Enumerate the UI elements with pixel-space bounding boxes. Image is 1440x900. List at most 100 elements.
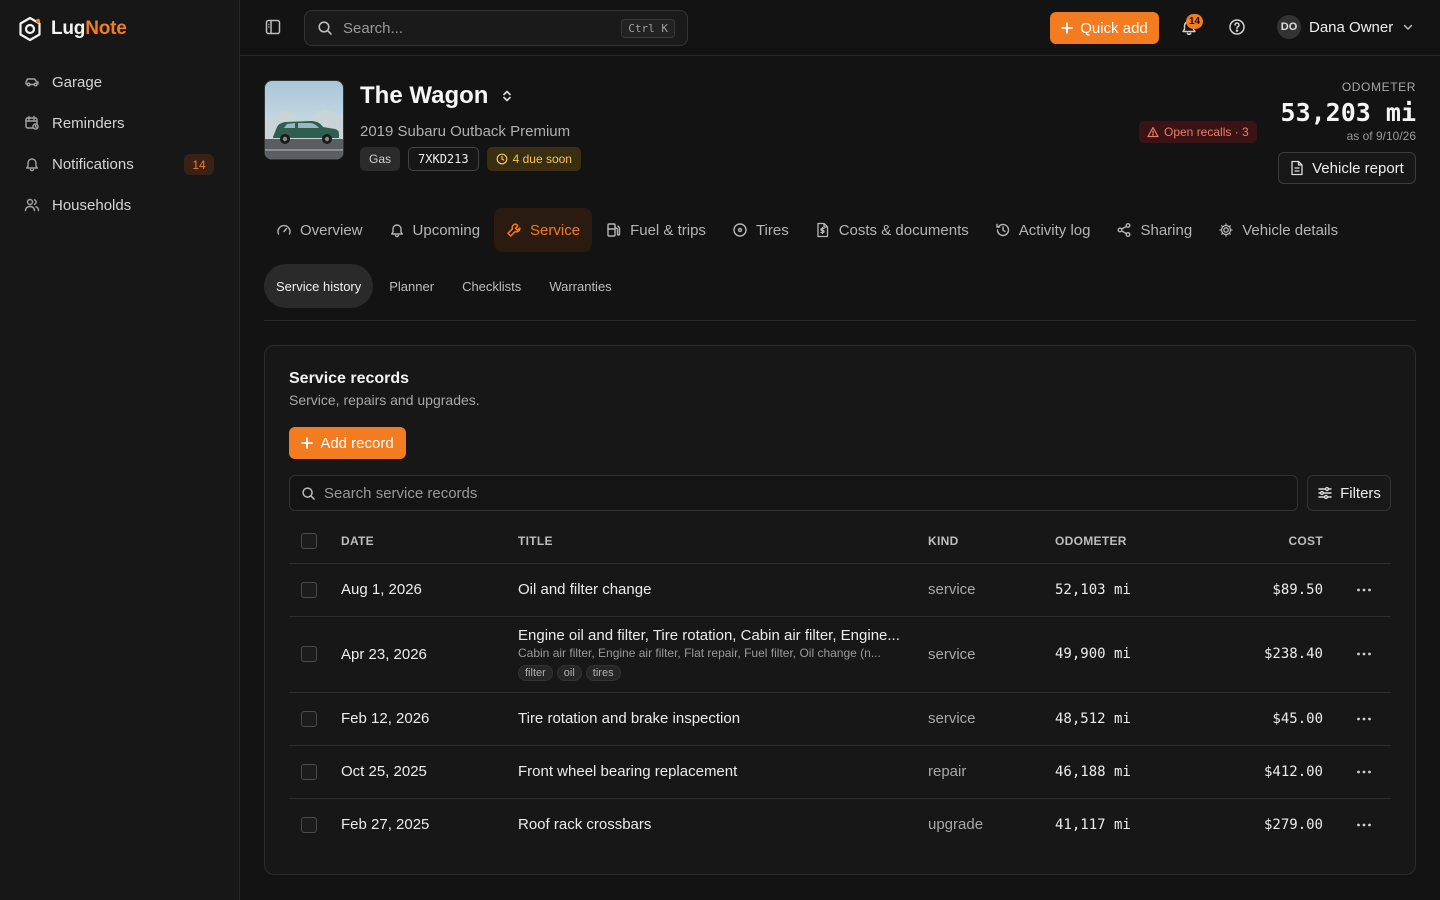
subtab-checklists[interactable]: Checklists [450,264,533,308]
select-all-checkbox[interactable] [301,532,317,549]
help-icon[interactable] [1228,18,1246,36]
record-cost: $238.40 [1195,616,1323,693]
tab-vehicle-details[interactable]: Vehicle details [1206,208,1350,252]
table-row[interactable]: Oct 25, 2025 Front wheel bearing replace… [289,745,1391,799]
vehicle-name: The Wagon [360,82,489,109]
column-header-date[interactable]: DATE [341,519,518,564]
subtab-service-history[interactable]: Service history [264,264,374,308]
sidebar-item-garage[interactable]: Garage [12,62,228,102]
row-actions-icon[interactable] [1323,563,1391,617]
search-icon [317,20,333,36]
sidebar-item-reminders[interactable]: Reminders [12,103,228,143]
table-header-row: DATE TITLE KIND ODOMETER COST [289,519,1391,564]
record-date: Feb 27, 2025 [341,816,430,834]
row-actions-icon[interactable] [1323,692,1391,746]
table-row[interactable]: Feb 27, 2025 Roof rack crossbars upgrade… [289,798,1391,851]
search-placeholder: Search... [343,19,404,37]
brand-logo[interactable]: LugNote [17,16,127,42]
odometer-label: ODOMETER [1341,80,1416,94]
record-title-cell[interactable]: Engine oil and filter, Tire rotation, Ca… [518,616,928,693]
sliders-icon [1317,485,1333,501]
column-header-cost[interactable]: COST [1195,519,1323,564]
service-records-search-input[interactable]: Search service records [289,475,1298,511]
column-header-title[interactable]: TITLE [518,519,928,564]
tab-overview[interactable]: Overview [264,208,375,252]
row-actions-icon[interactable] [1323,745,1391,799]
table-row[interactable]: Apr 23, 2026 Engine oil and filter, Tire… [289,616,1391,693]
subtab-warranties[interactable]: Warranties [537,264,623,308]
tag[interactable]: oil [556,665,582,681]
vehicle-report-button[interactable]: Vehicle report [1278,152,1416,184]
record-date: Feb 12, 2026 [341,692,518,746]
odometer-summary: ODOMETER 53,203 mi as of 9/10/26 [1281,80,1416,143]
sidebar-toggle-icon[interactable] [264,18,282,36]
record-odometer: 48,512 mi [1055,692,1195,746]
add-record-button[interactable]: Add record [289,427,406,459]
add-record-label: Add record [320,434,394,452]
tab-upcoming[interactable]: Upcoming [377,208,493,252]
brand-name: LugNote [51,18,127,39]
user-menu[interactable]: DO Dana Owner [1277,15,1415,39]
sidebar-item-households[interactable]: Households [12,185,228,225]
vehicle-subtitle: 2019 Subaru Outback Premium [360,123,571,140]
record-date: Apr 23, 2026 [341,616,518,693]
service-records-table: DATE TITLE KIND ODOMETER COST Aug 1, 202… [289,519,1391,851]
record-description: Cabin air filter, Engine air filter, Fla… [518,646,881,660]
due-soon-label: 4 due soon [512,152,572,166]
table-row[interactable]: Aug 1, 2026 Oil and filter change servic… [289,563,1391,617]
tab-label: Upcoming [412,221,481,239]
tag[interactable]: tires [585,665,621,681]
record-title[interactable]: Front wheel bearing replacement [518,745,928,799]
column-header-kind[interactable]: KIND [928,519,1055,564]
tab-service[interactable]: Service [494,208,593,252]
wrench-icon [506,222,522,238]
filters-button[interactable]: Filters [1307,475,1391,511]
tab-activity-log[interactable]: Activity log [983,208,1103,252]
tab-label: Costs & documents [838,221,969,239]
record-title: Engine oil and filter, Tire rotation, Ca… [518,627,900,644]
sidebar-item-label: Reminders [52,114,125,132]
chevron-down-icon [1401,20,1415,34]
sidebar-item-label: Notifications [52,155,134,173]
sidebar-item-label: Garage [52,73,103,91]
row-checkbox[interactable] [301,763,317,780]
open-recalls-badge[interactable]: Open recalls · 3 [1139,121,1257,143]
sidebar-item-notifications[interactable]: Notifications 14 [12,144,228,184]
row-checkbox[interactable] [301,710,317,727]
search-placeholder: Search service records [324,484,478,502]
row-checkbox[interactable] [301,581,317,598]
tab-costs-documents[interactable]: Costs & documents [803,208,981,252]
record-title[interactable]: Tire rotation and brake inspection [518,692,928,746]
share-icon [1116,222,1132,238]
row-actions-icon[interactable] [1323,616,1391,693]
table-row[interactable]: Feb 12, 2026 Tire rotation and brake ins… [289,692,1391,746]
record-kind: repair [928,745,1055,799]
subtab-planner[interactable]: Planner [377,264,446,308]
vehicle-switcher-icon[interactable] [500,89,514,103]
tab-fuel-trips[interactable]: Fuel & trips [594,208,718,252]
row-checkbox[interactable] [301,646,317,662]
odometer-asof: as of 9/10/26 [1346,129,1416,143]
card-title: Service records [289,370,410,387]
quick-add-label: Quick add [1080,19,1148,37]
gauge-icon [276,222,292,238]
row-actions-icon[interactable] [1323,798,1391,851]
record-cost: $45.00 [1195,692,1323,746]
vehicle-tabs: Overview Upcoming Service Fuel & trips T… [264,208,1350,252]
quick-add-button[interactable]: Quick add [1050,12,1159,44]
due-soon-chip[interactable]: 4 due soon [486,147,581,171]
record-cost: $279.00 [1263,816,1323,833]
record-title[interactable]: Oil and filter change [518,563,928,617]
column-header-actions [1323,519,1391,564]
plus-icon [1061,22,1074,34]
tab-sharing[interactable]: Sharing [1104,208,1204,252]
tab-label: Activity log [1018,221,1091,239]
vehicle-photo[interactable] [264,80,344,160]
recalls-label: Open recalls · 3 [1164,125,1249,139]
column-header-odometer[interactable]: ODOMETER [1055,519,1195,564]
global-search-input[interactable]: Search... Ctrl K [304,10,688,46]
tab-tires[interactable]: Tires [720,208,801,252]
row-checkbox[interactable] [301,816,317,833]
tag[interactable]: filter [518,665,553,681]
record-title[interactable]: Roof rack crossbars [518,798,928,851]
